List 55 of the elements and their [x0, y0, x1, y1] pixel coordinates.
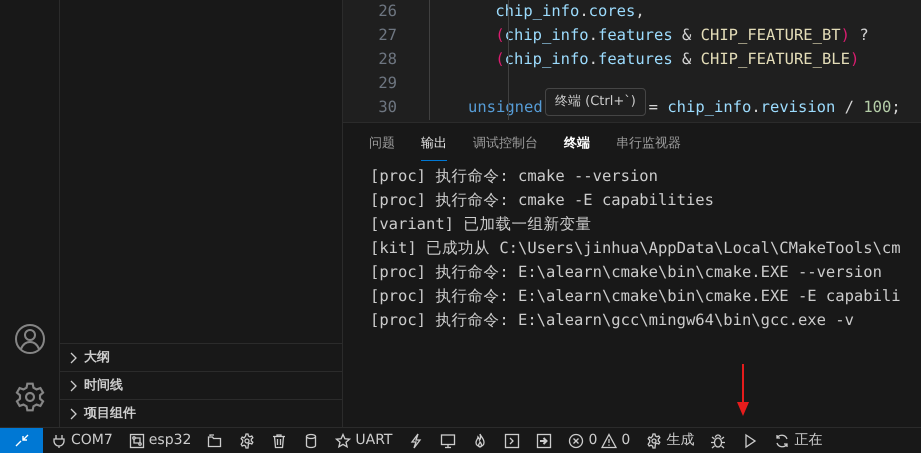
- output-line: [proc] 执行命令: cmake -E capabilities: [370, 190, 715, 211]
- circuit-board-icon: [128, 432, 145, 448]
- panel-tab[interactable]: 问题: [369, 133, 395, 161]
- output-line: [proc] 执行命令: cmake --version: [370, 166, 659, 187]
- output-line: [kit] 已成功从 C:\Users\jinhua\AppData\Local\CMakeTools\cm: [370, 238, 902, 259]
- sidebar-section-header[interactable]: 时间线: [60, 371, 342, 399]
- output-line: [variant] 已加载一组新变量: [370, 214, 592, 235]
- problems-button[interactable]: 0 0: [560, 428, 638, 453]
- panel-tab[interactable]: 调试控制台: [473, 133, 538, 161]
- target-selector[interactable]: esp32: [120, 428, 200, 453]
- bug-icon: [710, 432, 726, 448]
- plug-icon: [51, 432, 67, 448]
- uart-selector[interactable]: UART: [327, 428, 400, 453]
- arrow-into-box-icon: [536, 432, 552, 448]
- line-number: 27: [377, 25, 397, 46]
- panel-tab[interactable]: 串行监视器: [616, 133, 681, 161]
- chevron-right-icon: [68, 352, 78, 364]
- output-line: [proc] 执行命令: E:\alearn\gcc\mingw64\bin\gcc.exe -v: [370, 310, 855, 331]
- port-selector[interactable]: COM7: [43, 428, 121, 453]
- settings-icon[interactable]: [14, 381, 46, 413]
- gear-icon: [239, 432, 256, 448]
- folders-icon: [207, 432, 224, 448]
- line-number: 29: [377, 73, 397, 94]
- line-number: 30: [377, 97, 397, 118]
- output-line: [proc] 执行命令: E:\alearn\cmake\bin\cmake.EXE -E capabili: [370, 286, 902, 307]
- sidebar-section-header[interactable]: 大纲: [60, 343, 342, 371]
- panel-tab[interactable]: 输出: [421, 133, 447, 161]
- sync-icon: [774, 432, 790, 448]
- tooltip: 终端 (Ctrl+`): [545, 88, 646, 116]
- monitor-icon: [440, 432, 456, 448]
- code-line: = chip_info.revision / 100;: [648, 97, 901, 118]
- output-line: [proc] 执行命令: E:\alearn\cmake\bin\cmake.EXE --version: [370, 262, 883, 283]
- warning-icon: [601, 432, 618, 448]
- code-line: (chip_info.features & CHIP_FEATURE_BLE): [494, 49, 860, 70]
- section-title: 时间线: [84, 376, 123, 395]
- section-title: 项目组件: [84, 404, 136, 423]
- progress-indicator[interactable]: 正在: [766, 428, 830, 453]
- code-line: unsigned: [468, 97, 543, 118]
- chevron-right-icon: [68, 408, 78, 420]
- line-number: 26: [377, 1, 397, 22]
- gear-icon: [646, 432, 662, 448]
- trash-icon: [271, 432, 288, 448]
- error-icon: [568, 432, 584, 448]
- chevron-right-icon: [68, 380, 78, 392]
- code-line: chip_info.cores,: [494, 1, 645, 22]
- terminal-icon: [504, 432, 520, 448]
- remote-icon: [14, 434, 28, 448]
- line-number: 28: [377, 49, 397, 70]
- account-icon[interactable]: [14, 323, 46, 355]
- build-button[interactable]: 生成: [638, 428, 702, 453]
- code-line: (chip_info.features & CHIP_FEATURE_BT) ?: [494, 25, 869, 46]
- panel-tab[interactable]: 终端: [564, 133, 590, 161]
- annotation-arrow: [736, 364, 750, 416]
- star-icon: [335, 432, 352, 448]
- section-title: 大纲: [84, 348, 110, 367]
